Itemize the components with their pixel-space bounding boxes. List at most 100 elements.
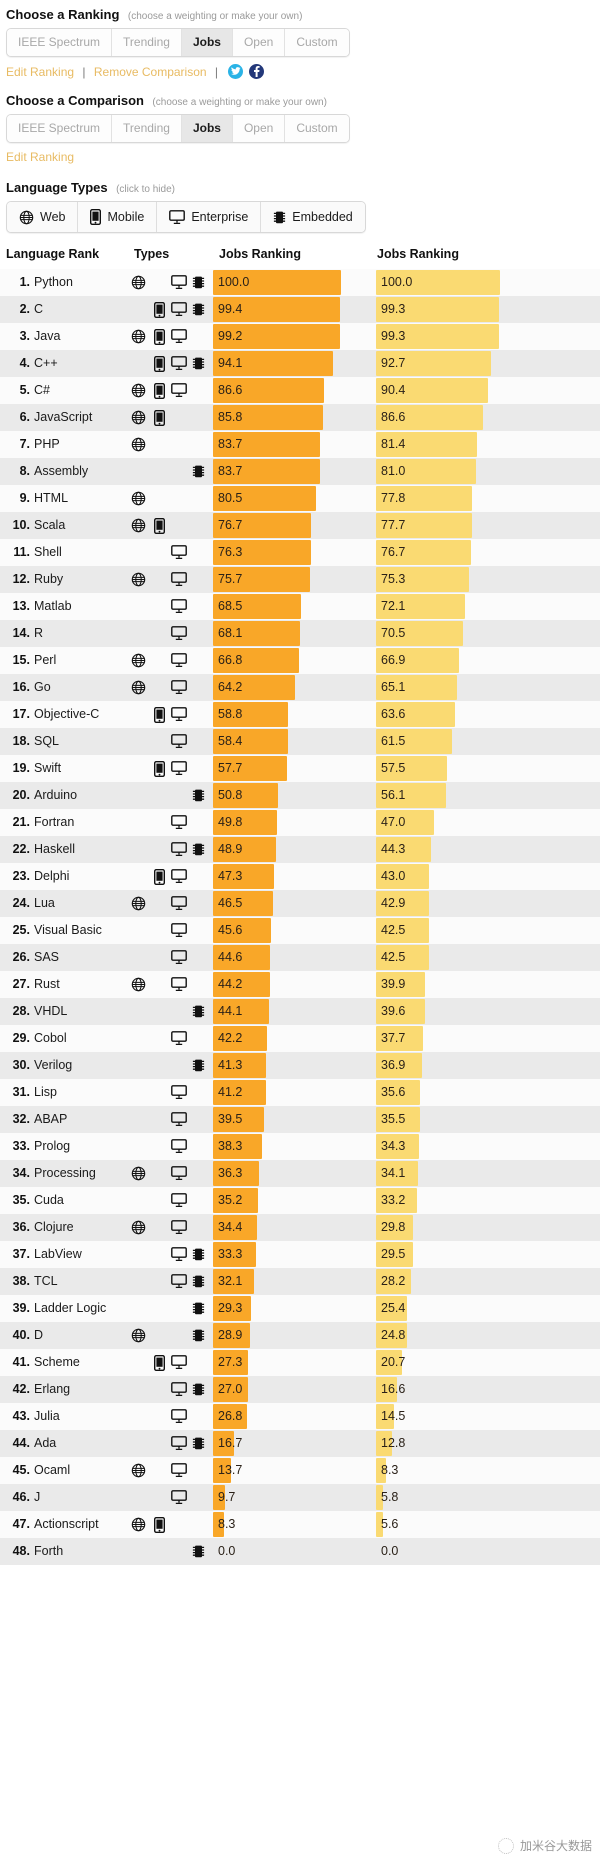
row-types	[124, 431, 204, 458]
row-rank: 39.	[12, 1301, 30, 1315]
row-bar-right: 20.7	[376, 1350, 500, 1375]
comparison-tab-custom[interactable]: Custom	[285, 115, 349, 142]
comparison-tab-open[interactable]: Open	[232, 115, 286, 142]
table-row[interactable]: 39. Ladder Logic 29.3 25.4	[0, 1295, 600, 1322]
comparison-tab-ieee-spectrum[interactable]: IEEE Spectrum	[7, 115, 113, 142]
table-row[interactable]: 4. C++ 94.1 92.7	[0, 350, 600, 377]
table-row[interactable]: 32. ABAP 39.5 35.5	[0, 1106, 600, 1133]
table-row[interactable]: 10. Scala 76.7 77.7	[0, 512, 600, 539]
row-value-left: 76.3	[218, 545, 243, 559]
type-filter-group[interactable]: Web Mobile Enterprise Embedded	[6, 201, 366, 233]
comparison-tab-trending[interactable]: Trending	[112, 115, 182, 142]
row-value-left: 68.5	[218, 599, 243, 613]
table-row[interactable]: 17. Objective-C 58.8 63.6	[0, 701, 600, 728]
table-row[interactable]: 9. HTML 80.5 77.8	[0, 485, 600, 512]
table-row[interactable]: 12. Ruby 75.7 75.3	[0, 566, 600, 593]
comparison-title-note: (choose a weighting or make your own)	[152, 97, 327, 108]
comparison-tabgroup[interactable]: IEEE Spectrum Trending Jobs Open Custom	[6, 114, 350, 143]
row-types	[124, 1052, 205, 1079]
row-bar-right: 8.3	[376, 1458, 500, 1483]
table-row[interactable]: 20. Arduino 50.8 56.1	[0, 782, 600, 809]
row-bar-left: 99.4	[213, 297, 341, 322]
table-row[interactable]: 44. Ada 16.7 12.8	[0, 1430, 600, 1457]
table-row[interactable]: 41. Scheme 27.3 20.7	[0, 1349, 600, 1376]
row-rank: 21.	[12, 815, 30, 829]
table-row[interactable]: 28. VHDL 44.1 39.6	[0, 998, 600, 1025]
type-filter-web[interactable]: Web	[7, 202, 79, 232]
ranking-linkrow: Edit Ranking | Remove Comparison |	[0, 57, 600, 82]
ranking-tabgroup[interactable]: IEEE Spectrum Trending Jobs Open Custom	[6, 28, 350, 57]
row-types	[124, 1511, 204, 1538]
row-bar-right: 81.0	[376, 459, 500, 484]
desktop-icon	[170, 382, 187, 399]
table-row[interactable]: 19. Swift 57.7 57.5	[0, 755, 600, 782]
edit-comparison-link[interactable]: Edit Ranking	[6, 150, 74, 164]
type-filter-mobile[interactable]: Mobile	[78, 202, 158, 232]
table-row[interactable]: 15. Perl 66.8 66.9	[0, 647, 600, 674]
table-row[interactable]: 7. PHP 83.7 81.4	[0, 431, 600, 458]
ranking-tab-custom[interactable]: Custom	[285, 29, 349, 56]
table-row[interactable]: 29. Cobol 42.2 37.7	[0, 1025, 600, 1052]
row-value-right: 47.0	[381, 815, 406, 829]
table-row[interactable]: 11. Shell 76.3 76.7	[0, 539, 600, 566]
header-jobs-ranking-left: Jobs Ranking	[219, 247, 301, 261]
table-row[interactable]: 18. SQL 58.4 61.5	[0, 728, 600, 755]
table-row[interactable]: 47. Actionscript 8.3 5.6	[0, 1511, 600, 1538]
type-filter-embedded[interactable]: Embedded	[261, 202, 365, 232]
row-bar-right: 29.8	[376, 1215, 500, 1240]
table-row[interactable]: 13. Matlab 68.5 72.1	[0, 593, 600, 620]
table-row[interactable]: 40. D 28.9 24.8	[0, 1322, 600, 1349]
table-row[interactable]: 33. Prolog 38.3 34.3	[0, 1133, 600, 1160]
table-row[interactable]: 48. Forth 0.0 0.0	[0, 1538, 600, 1565]
table-row[interactable]: 42. Erlang 27.0 16.6	[0, 1376, 600, 1403]
row-bar-right: 33.2	[376, 1188, 500, 1213]
row-value-left: 28.9	[218, 1328, 243, 1342]
edit-ranking-link[interactable]: Edit Ranking	[6, 65, 74, 79]
facebook-icon[interactable]	[248, 64, 264, 79]
table-row[interactable]: 22. Haskell 48.9 44.3	[0, 836, 600, 863]
table-row[interactable]: 31. Lisp 41.2 35.6	[0, 1079, 600, 1106]
table-row[interactable]: 14. R 68.1 70.5	[0, 620, 600, 647]
ranking-tab-jobs[interactable]: Jobs	[181, 29, 233, 56]
twitter-icon[interactable]	[228, 64, 244, 79]
table-row[interactable]: 30. Verilog 41.3 36.9	[0, 1052, 600, 1079]
type-filter-enterprise[interactable]: Enterprise	[157, 202, 262, 232]
table-row[interactable]: 2. C 99.4 99.3	[0, 296, 600, 323]
ranking-tab-ieee-spectrum[interactable]: IEEE Spectrum	[7, 29, 113, 56]
table-row[interactable]: 26. SAS 44.6 42.5	[0, 944, 600, 971]
table-row[interactable]: 21. Fortran 49.8 47.0	[0, 809, 600, 836]
table-row[interactable]: 36. Clojure 34.4 29.8	[0, 1214, 600, 1241]
row-value-right: 25.4	[381, 1301, 406, 1315]
table-row[interactable]: 34. Processing 36.3 34.1	[0, 1160, 600, 1187]
row-value-right: 29.5	[381, 1247, 406, 1261]
chip-icon	[190, 1327, 207, 1344]
comparison-tab-jobs[interactable]: Jobs	[181, 115, 233, 142]
table-row[interactable]: 5. C# 86.6 90.4	[0, 377, 600, 404]
table-row[interactable]: 46. J 9.7 5.8	[0, 1484, 600, 1511]
ranking-tab-trending[interactable]: Trending	[112, 29, 182, 56]
ranking-title-row: Choose a Ranking (choose a weighting or …	[0, 0, 600, 28]
table-row[interactable]: 25. Visual Basic 45.6 42.5	[0, 917, 600, 944]
table-row[interactable]: 37. LabView 33.3 29.5	[0, 1241, 600, 1268]
table-row[interactable]: 6. JavaScript 85.8 86.6	[0, 404, 600, 431]
table-row[interactable]: 3. Java 99.2 99.3	[0, 323, 600, 350]
row-rank: 28.	[12, 1004, 30, 1018]
table-row[interactable]: 24. Lua 46.5 42.9	[0, 890, 600, 917]
table-row[interactable]: 23. Delphi 47.3 43.0	[0, 863, 600, 890]
row-rank: 35.	[12, 1193, 30, 1207]
table-row[interactable]: 27. Rust 44.2 39.9	[0, 971, 600, 998]
table-row[interactable]: 38. TCL 32.1 28.2	[0, 1268, 600, 1295]
row-types	[124, 755, 204, 782]
table-row[interactable]: 43. Julia 26.8 14.5	[0, 1403, 600, 1430]
table-row[interactable]: 16. Go 64.2 65.1	[0, 674, 600, 701]
row-types	[124, 1322, 207, 1349]
row-bar-right: 24.8	[376, 1323, 500, 1348]
table-row[interactable]: 45. Ocaml 13.7 8.3	[0, 1457, 600, 1484]
table-row[interactable]: 1. Python 100.0 100.0	[0, 269, 600, 296]
remove-comparison-link[interactable]: Remove Comparison	[94, 65, 207, 79]
row-types	[124, 1106, 204, 1133]
row-types	[124, 1079, 204, 1106]
ranking-tab-open[interactable]: Open	[232, 29, 286, 56]
table-row[interactable]: 35. Cuda 35.2 33.2	[0, 1187, 600, 1214]
table-row[interactable]: 8. Assembly 83.7 81.0	[0, 458, 600, 485]
